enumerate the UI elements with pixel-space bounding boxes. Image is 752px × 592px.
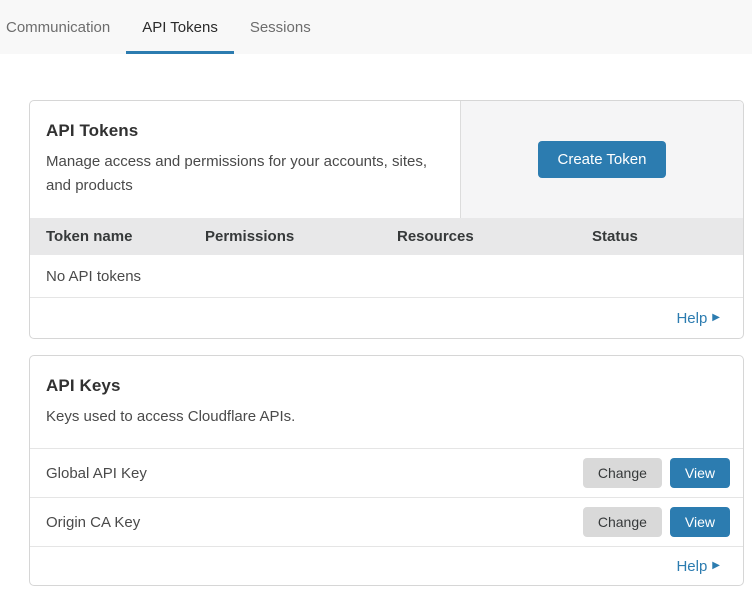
create-token-button[interactable]: Create Token — [538, 141, 667, 178]
api-tokens-card-header: API Tokens Manage access and permissions… — [30, 101, 743, 218]
api-tokens-help-label: Help — [676, 310, 707, 327]
settings-tab-bar: Communication API Tokens Sessions — [0, 0, 752, 54]
api-key-actions-origin-ca: Change View — [583, 507, 730, 537]
api-tokens-card-action-panel: Create Token — [460, 101, 743, 218]
api-tokens-card-footer: Help ▶ — [30, 298, 743, 338]
api-key-row-origin-ca: Origin CA Key Change View — [30, 498, 743, 547]
token-table-header-token-name: Token name — [46, 228, 205, 245]
token-table-header-permissions: Permissions — [205, 228, 397, 245]
api-tokens-title: API Tokens — [46, 121, 444, 141]
api-keys-card-footer: Help ▶ — [30, 547, 743, 585]
api-keys-card-header: API Keys Keys used to access Cloudflare … — [30, 356, 743, 449]
api-key-actions-global: Change View — [583, 458, 730, 488]
token-table-header-status: Status — [592, 228, 743, 245]
help-arrow-icon: ▶ — [712, 313, 720, 323]
token-table-empty-message: No API tokens — [46, 268, 141, 285]
change-global-api-key-button[interactable]: Change — [583, 458, 662, 488]
api-keys-description: Keys used to access Cloudflare APIs. — [46, 405, 727, 429]
tab-sessions[interactable]: Sessions — [234, 0, 327, 54]
api-tokens-card: API Tokens Manage access and permissions… — [29, 100, 744, 339]
tab-api-tokens[interactable]: API Tokens — [126, 0, 234, 54]
tab-communication[interactable]: Communication — [6, 0, 126, 54]
view-origin-ca-key-button[interactable]: View — [670, 507, 730, 537]
api-tokens-card-header-text: API Tokens Manage access and permissions… — [30, 101, 460, 218]
token-table-empty-row: No API tokens — [30, 255, 743, 298]
api-keys-help-link[interactable]: Help ▶ — [676, 558, 720, 575]
help-arrow-icon: ▶ — [712, 561, 720, 571]
token-table-header-resources: Resources — [397, 228, 592, 245]
api-key-label-global: Global API Key — [46, 465, 583, 482]
api-keys-help-label: Help — [676, 558, 707, 575]
main-content: API Tokens Manage access and permissions… — [0, 54, 752, 586]
api-key-label-origin-ca: Origin CA Key — [46, 514, 583, 531]
change-origin-ca-key-button[interactable]: Change — [583, 507, 662, 537]
token-table-header: Token name Permissions Resources Status — [30, 218, 743, 255]
view-global-api-key-button[interactable]: View — [670, 458, 730, 488]
api-tokens-description: Manage access and permissions for your a… — [46, 150, 444, 198]
api-keys-title: API Keys — [46, 376, 727, 396]
api-tokens-help-link[interactable]: Help ▶ — [676, 310, 720, 327]
api-key-row-global: Global API Key Change View — [30, 449, 743, 498]
api-keys-card: API Keys Keys used to access Cloudflare … — [29, 355, 744, 586]
